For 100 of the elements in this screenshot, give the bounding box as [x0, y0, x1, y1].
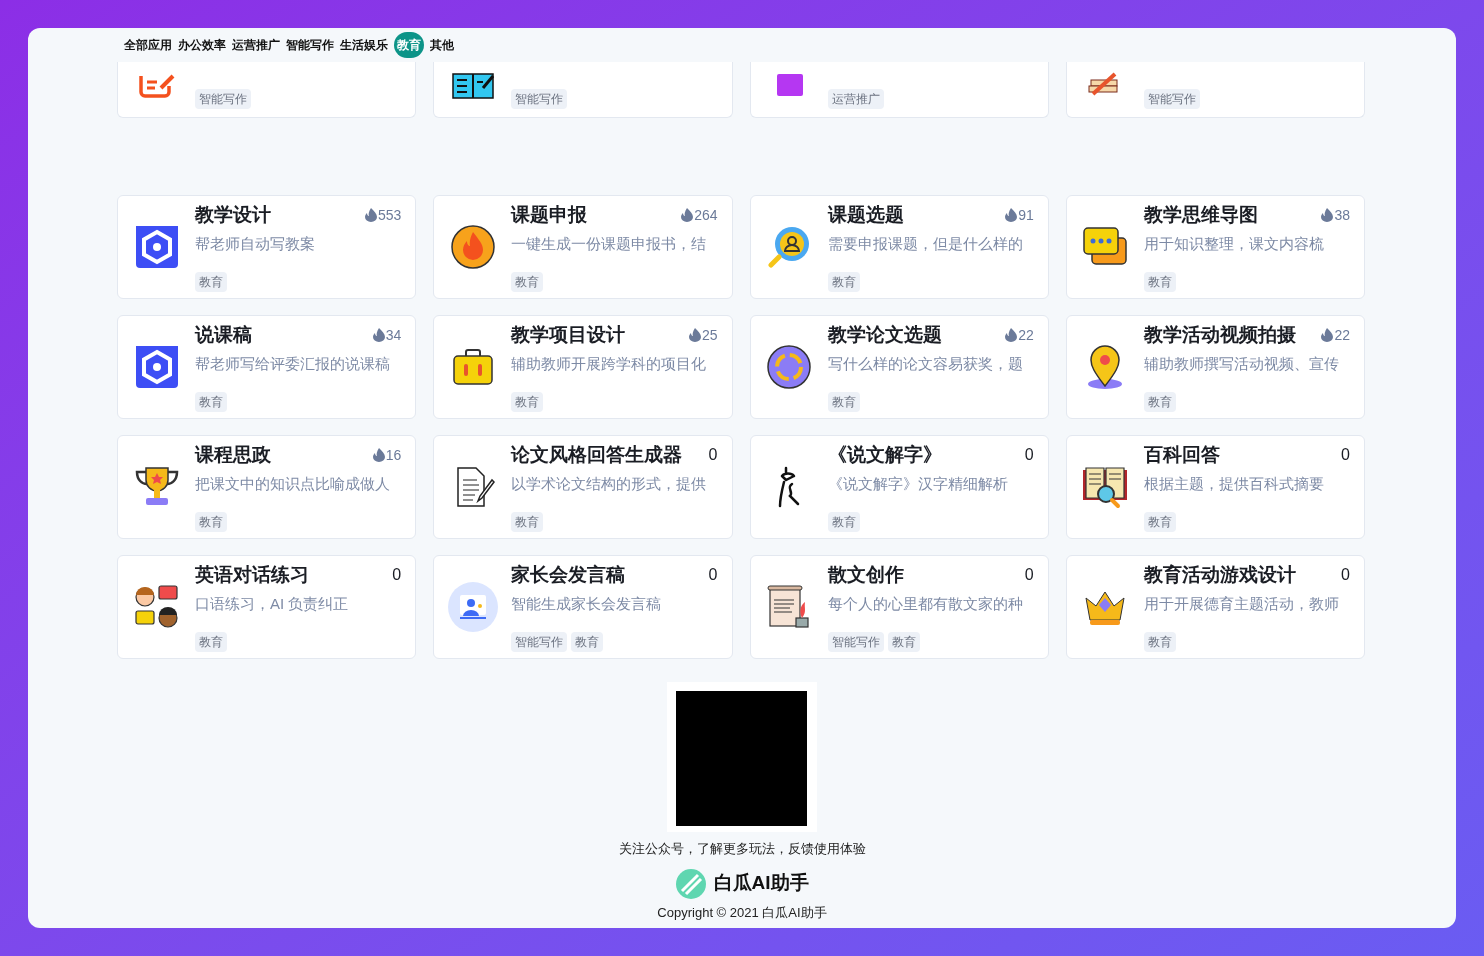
usage-count: 0: [708, 565, 718, 585]
flame-icon: [364, 208, 377, 222]
presenter-icon: [447, 582, 498, 632]
app-card[interactable]: 论文风格回答生成器 0 以学术论文结构的形式，提供 教育: [433, 435, 733, 539]
app-title: 教学思维导图: [1143, 202, 1258, 227]
app-description: 需要申报课题，但是什么样的: [827, 234, 1024, 254]
app-card[interactable]: 课题选题 91 需要申报课题，但是什么样的 教育: [749, 195, 1049, 299]
app-card[interactable]: 智能写作: [1065, 62, 1365, 118]
app-description: 每个人的心里都有散文家的种: [827, 594, 1024, 614]
category-tag: 智能写作: [511, 89, 568, 109]
category-tag: 教育: [511, 512, 544, 532]
category-tab[interactable]: 生活娱乐: [340, 32, 388, 58]
category-tag: 教育: [827, 512, 860, 532]
usage-count: 91: [1018, 205, 1034, 225]
category-tag: 教育: [195, 632, 227, 652]
cycle-arrows-icon: [764, 342, 814, 392]
app-card[interactable]: 运营推广: [749, 62, 1049, 118]
usage-count: 553: [377, 205, 402, 225]
usage-count: 0: [708, 445, 718, 465]
app-title: 课题选题: [827, 202, 904, 227]
usage-count: 22: [1018, 325, 1034, 345]
category-tag: 教育: [511, 392, 544, 412]
category-tag: 教育: [1143, 392, 1176, 412]
app-card[interactable]: 百科回答 0 根据主题，提供百科式摘要 教育: [1065, 435, 1365, 539]
app-card[interactable]: 说课稿 34 帮老师写给评委汇报的说课稿 教育: [117, 315, 417, 419]
app-description: 《说文解字》汉字精细解析: [827, 474, 1009, 494]
usage-count: 25: [701, 325, 718, 345]
category-tab[interactable]: 其他: [430, 32, 454, 58]
flame-icon: [1005, 208, 1018, 222]
usage-count: 16: [385, 445, 402, 465]
flame-icon: [1321, 208, 1334, 222]
app-title: 课程思政: [195, 442, 271, 467]
app-card[interactable]: 家长会发言稿 0 智能生成家长会发言稿 智能写作 教育: [433, 555, 733, 659]
usage-count: 0: [1341, 565, 1350, 585]
usage-count: 0: [1024, 565, 1034, 585]
usage-count: 264: [694, 205, 718, 225]
app-title: 百科回答: [1143, 442, 1220, 467]
app-description: 写什么样的论文容易获奖，题: [827, 354, 1024, 374]
app-description: 一键生成一份课题申报书，结: [511, 234, 708, 254]
flame-icon: [1005, 328, 1018, 342]
category-tag: 智能写作: [1143, 89, 1200, 109]
app-card[interactable]: 课程思政 16 把课文中的知识点比喻成做人 教育: [117, 435, 417, 539]
usage-count: 0: [392, 565, 402, 585]
app-title: 教学项目设计: [511, 322, 626, 347]
app-card[interactable]: 散文创作 0 每个人的心里都有散文家的种 智能写作 教育: [749, 555, 1049, 659]
app-title: 家长会发言稿: [511, 562, 626, 587]
category-tag: 教育: [827, 272, 860, 292]
app-card[interactable]: 智能写作: [433, 62, 733, 118]
app-card[interactable]: 智能写作: [117, 62, 417, 118]
app-title: 教育活动游戏设计: [1143, 562, 1296, 587]
app-description: 用于开展德育主题活动，教师: [1143, 594, 1340, 614]
app-description: 帮老师写给评委汇报的说课稿: [195, 354, 391, 374]
app-card[interactable]: 教学设计 553 帮老师自动写教案 教育: [117, 195, 417, 299]
category-tag: 教育: [887, 632, 920, 652]
app-title: 说课稿: [195, 322, 252, 347]
copyright: Copyright © 2021 白瓜AI助手: [657, 903, 827, 922]
usage-count: 0: [1024, 445, 1034, 465]
app-card[interactable]: 教学项目设计 25 辅助教师开展跨学科的项目化 教育: [433, 315, 733, 419]
app-description: 口语练习，AI 负责纠正: [195, 594, 350, 614]
app-title: 论文风格回答生成器: [511, 442, 683, 467]
category-tag: 教育: [1143, 632, 1176, 652]
app-card[interactable]: 教学活动视频拍摄 22 辅助教师撰写活动视频、宣传 教育: [1065, 315, 1365, 419]
app-title: 英语对话练习: [195, 562, 309, 587]
app-description: 智能生成家长会发言稿: [511, 594, 663, 614]
app-title: 教学活动视频拍摄: [1143, 322, 1296, 347]
category-tab[interactable]: 办公效率: [178, 32, 226, 58]
category-tag: 教育: [1143, 272, 1176, 292]
category-tab[interactable]: 运营推广: [232, 32, 280, 58]
logo-icon: [675, 868, 706, 899]
usage-count: 38: [1334, 205, 1350, 225]
category-tag: 教育: [195, 512, 227, 532]
app-card[interactable]: 教学思维导图 38 用于知识整理，课文内容梳 教育: [1065, 195, 1365, 299]
usage-count: 22: [1334, 325, 1350, 345]
category-tag: 智能写作: [195, 89, 251, 109]
category-tab[interactable]: 教育: [394, 32, 424, 58]
category-tag: 教育: [571, 632, 604, 652]
usage-count: 0: [1341, 445, 1350, 465]
app-description: 把课文中的知识点比喻成做人: [195, 474, 391, 494]
category-tab[interactable]: 全部应用: [124, 32, 172, 58]
app-card[interactable]: 教学论文选题 22 写什么样的论文容易获奖，题 教育: [749, 315, 1049, 419]
app-title: 教学设计: [195, 202, 271, 227]
flame-icon: [681, 208, 694, 222]
category-tag: 智能写作: [511, 632, 568, 652]
app-card[interactable]: 课题申报 264 一键生成一份课题申报书，结 教育: [433, 195, 733, 299]
app-description: 以学术论文结构的形式，提供: [511, 474, 708, 494]
footer-caption: 关注公众号，了解更多玩法，反馈使用体验: [618, 840, 866, 858]
flame-icon: [688, 328, 701, 342]
app-card[interactable]: 英语对话练习 0 口语练习，AI 负责纠正 教育: [117, 555, 417, 659]
app-description: 辅助教师开展跨学科的项目化: [511, 354, 708, 374]
app-description: 用于知识整理，课文内容梳: [1143, 234, 1325, 254]
category-tag: 教育: [827, 392, 860, 412]
app-description: 辅助教师撰写活动视频、宣传: [1143, 354, 1340, 374]
app-description: 帮老师自动写教案: [195, 234, 316, 254]
category-tab[interactable]: 智能写作: [286, 32, 334, 58]
flame-icon: [1321, 328, 1334, 342]
app-description: 根据主题，提供百科式摘要: [1143, 474, 1325, 494]
app-card[interactable]: 《说文解字》 0 《说文解字》汉字精细解析 教育: [749, 435, 1049, 539]
flame-icon: [372, 328, 385, 342]
usage-count: 34: [385, 325, 402, 345]
app-card[interactable]: 教育活动游戏设计 0 用于开展德育主题活动，教师 教育: [1065, 555, 1365, 659]
